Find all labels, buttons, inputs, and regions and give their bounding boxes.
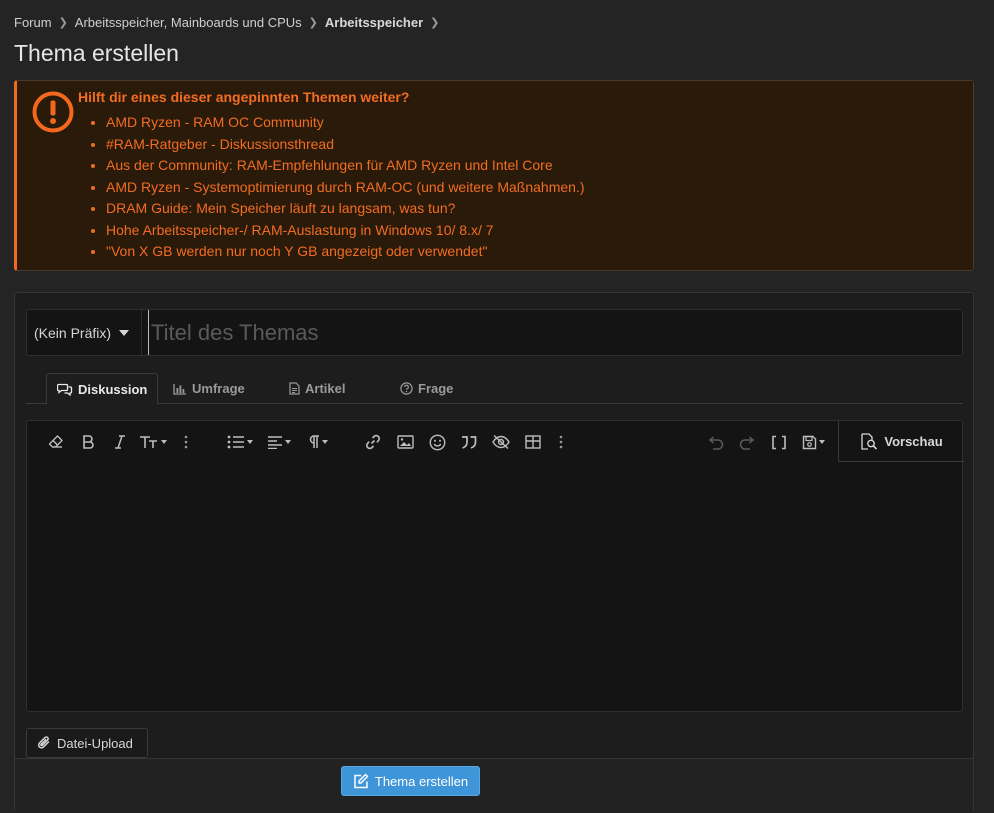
- brackets-icon: [772, 435, 786, 449]
- image-icon: [396, 435, 414, 449]
- chevron-right-icon: ❯: [58, 16, 68, 29]
- submit-label: Thema erstellen: [374, 773, 469, 789]
- notice-link[interactable]: AMD Ryzen - Systemoptimierung durch RAM-…: [106, 177, 585, 199]
- prefix-label: (Kein Präfix): [34, 324, 112, 341]
- italic-icon: [115, 435, 125, 449]
- notice-link[interactable]: "Von X GB werden nur noch Y GB angezeigt…: [106, 241, 585, 263]
- insert-image-button[interactable]: [394, 431, 416, 453]
- insert-table-button[interactable]: [522, 431, 544, 453]
- tab-label: Umfrage: [192, 381, 245, 396]
- breadcrumb: Forum ❯ Arbeitsspeicher, Mainboards und …: [14, 14, 446, 30]
- caret-down-icon: [161, 440, 167, 444]
- bar-chart-icon: [173, 383, 186, 395]
- create-thread-form: (Kein Präfix) Diskussion Umfrage: [14, 292, 974, 813]
- tab-label: Frage: [418, 381, 454, 396]
- comments-icon: [57, 383, 73, 396]
- notice-link-list: AMD Ryzen - RAM OC Community #RAM-Ratgeb…: [78, 112, 585, 263]
- smiley-icon: [429, 434, 445, 450]
- more-options-button[interactable]: [179, 431, 193, 453]
- preview-button[interactable]: Vorschau: [838, 421, 964, 462]
- paragraph-icon: [309, 435, 319, 448]
- drafts-button[interactable]: [798, 431, 828, 453]
- exclamation-circle-icon: [32, 91, 74, 133]
- tab-label: Diskussion: [78, 381, 148, 397]
- title-row: (Kein Präfix): [26, 309, 963, 356]
- insert-quote-button[interactable]: [458, 431, 480, 453]
- list-button[interactable]: [223, 431, 257, 453]
- page-title: Thema erstellen: [14, 40, 179, 66]
- insert-emoji-button[interactable]: [426, 431, 448, 453]
- notice-title: Hilft dir eines dieser angepinnten Theme…: [78, 89, 410, 105]
- toggle-bbcode-button[interactable]: [768, 431, 790, 453]
- chevron-right-icon: ❯: [308, 16, 318, 29]
- list-icon: [227, 435, 244, 449]
- notice-link[interactable]: DRAM Guide: Mein Speicher läuft zu langs…: [106, 198, 585, 220]
- notice-link[interactable]: AMD Ryzen - RAM OC Community: [106, 112, 585, 134]
- notice-link[interactable]: #RAM-Ratgeber - Diskussionsthread: [106, 134, 585, 156]
- eraser-icon: [48, 435, 63, 448]
- caret-down-icon: [247, 440, 253, 444]
- caret-down-icon: [322, 440, 328, 444]
- insert-spoiler-button[interactable]: [490, 431, 512, 453]
- vertical-ellipsis-icon: [184, 435, 188, 449]
- align-left-icon: [268, 436, 282, 449]
- paragraph-button[interactable]: [303, 431, 333, 453]
- insert-link-button[interactable]: [362, 431, 384, 453]
- tab-poll[interactable]: Umfrage: [173, 373, 245, 404]
- tab-question[interactable]: Frage: [400, 373, 453, 404]
- eye-slash-icon: [492, 434, 510, 450]
- notice-link[interactable]: Aus der Community: RAM-Empfehlungen für …: [106, 155, 585, 177]
- rich-text-editor: Vorschau: [26, 420, 964, 712]
- save-draft-icon: [802, 435, 816, 449]
- preview-label: Vorschau: [884, 433, 943, 449]
- table-icon: [525, 435, 541, 449]
- text-size-icon: [140, 436, 157, 448]
- link-icon: [366, 434, 380, 450]
- paperclip-icon: [37, 736, 50, 749]
- breadcrumb-current[interactable]: Arbeitsspeicher: [325, 15, 423, 30]
- more-insert-button[interactable]: [554, 431, 568, 453]
- bold-icon: [83, 435, 94, 449]
- create-thread-button[interactable]: Thema erstellen: [341, 766, 480, 796]
- clear-formatting-button[interactable]: [45, 431, 67, 453]
- bold-button[interactable]: [77, 431, 99, 453]
- caret-down-icon: [119, 329, 130, 336]
- chevron-right-icon: ❯: [430, 16, 440, 29]
- thread-type-tabs: Diskussion Umfrage Artikel Frage: [26, 373, 963, 405]
- file-upload-button[interactable]: Datei-Upload: [26, 728, 148, 758]
- breadcrumb-forum[interactable]: Forum: [14, 15, 52, 30]
- editor-toolbar: Vorschau: [27, 421, 964, 463]
- italic-button[interactable]: [109, 431, 131, 453]
- vertical-ellipsis-icon: [559, 435, 563, 449]
- tab-article[interactable]: Artikel: [289, 373, 345, 404]
- redo-button[interactable]: [736, 431, 758, 453]
- tab-discussion[interactable]: Diskussion: [46, 373, 159, 405]
- editor-content-area[interactable]: [27, 463, 962, 711]
- upload-label: Datei-Upload: [57, 735, 133, 751]
- form-submit-row: Thema erstellen: [15, 758, 973, 813]
- prefix-dropdown[interactable]: (Kein Präfix): [27, 310, 142, 355]
- notice-link[interactable]: Hohe Arbeitsspeicher-/ RAM-Auslastung in…: [106, 220, 585, 242]
- caret-down-icon: [285, 440, 291, 444]
- align-button[interactable]: [263, 431, 295, 453]
- thread-title-input[interactable]: [148, 310, 958, 355]
- breadcrumb-category[interactable]: Arbeitsspeicher, Mainboards und CPUs: [75, 15, 302, 30]
- edit-icon: [354, 773, 369, 789]
- quote-icon: [462, 435, 477, 449]
- undo-icon: [708, 435, 723, 450]
- question-circle-icon: [400, 382, 413, 395]
- document-icon: [289, 382, 300, 395]
- tab-label: Artikel: [305, 381, 346, 396]
- redo-icon: [739, 435, 754, 450]
- undo-button[interactable]: [704, 431, 726, 453]
- pinned-topics-notice: Hilft dir eines dieser angepinnten Theme…: [14, 80, 974, 271]
- preview-search-icon: [861, 432, 878, 450]
- caret-down-icon: [818, 440, 825, 444]
- text-size-button[interactable]: [137, 431, 169, 453]
